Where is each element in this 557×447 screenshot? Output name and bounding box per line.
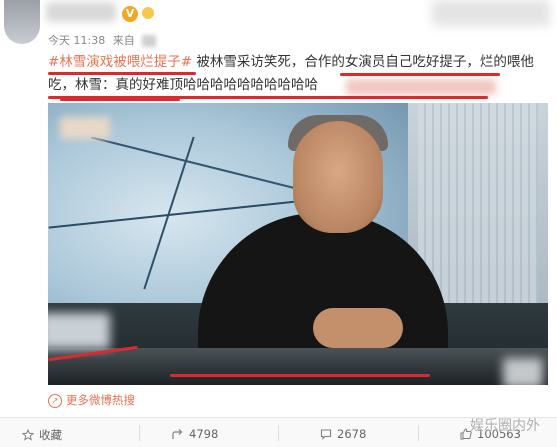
post-source-blurred [142, 35, 157, 47]
blurred-caption [48, 313, 110, 349]
post-time: 今天 11:38 [48, 34, 106, 47]
follow-area-blurred [432, 0, 550, 26]
post-source-label: 来自 [112, 34, 135, 47]
red-underline-annotation [48, 72, 196, 75]
favorite-label: 收藏 [39, 428, 62, 442]
hot-search-icon: ↗ [48, 393, 62, 408]
person-arm [313, 308, 403, 348]
favorite-button[interactable]: 收藏 [22, 427, 62, 443]
star-icon [22, 429, 34, 441]
more-hot-search-link[interactable]: ↗ 更多微博热搜 [48, 392, 135, 408]
person-head [293, 121, 383, 233]
post-photo[interactable] [48, 103, 548, 385]
share-count: 4798 [189, 427, 219, 441]
post-meta: 今天 11:38 来自 [48, 32, 160, 48]
username-blurred[interactable] [46, 2, 116, 22]
comment-button[interactable]: 2678 [320, 427, 366, 441]
table [48, 348, 548, 385]
comment-count: 2678 [337, 427, 367, 441]
divider [418, 425, 419, 441]
share-icon [172, 429, 183, 439]
divider [278, 425, 279, 441]
verified-v-icon: V [122, 6, 138, 22]
red-underline-annotation [60, 99, 180, 101]
comment-icon [320, 429, 332, 440]
red-underline-annotation [170, 374, 430, 377]
member-badge-icon [142, 7, 154, 19]
avatar[interactable] [4, 0, 40, 44]
blurred-caption [503, 358, 543, 385]
more-hot-search-label: 更多微博热搜 [66, 393, 135, 407]
share-button[interactable]: 4798 [172, 427, 218, 441]
watermark: 娱乐圈内外 [470, 418, 540, 434]
divider [139, 425, 140, 441]
blurred-logo [60, 117, 110, 139]
hashtag-link[interactable]: #林雪演戏被喂烂提子# [48, 54, 192, 70]
red-underline-annotation [340, 73, 500, 76]
